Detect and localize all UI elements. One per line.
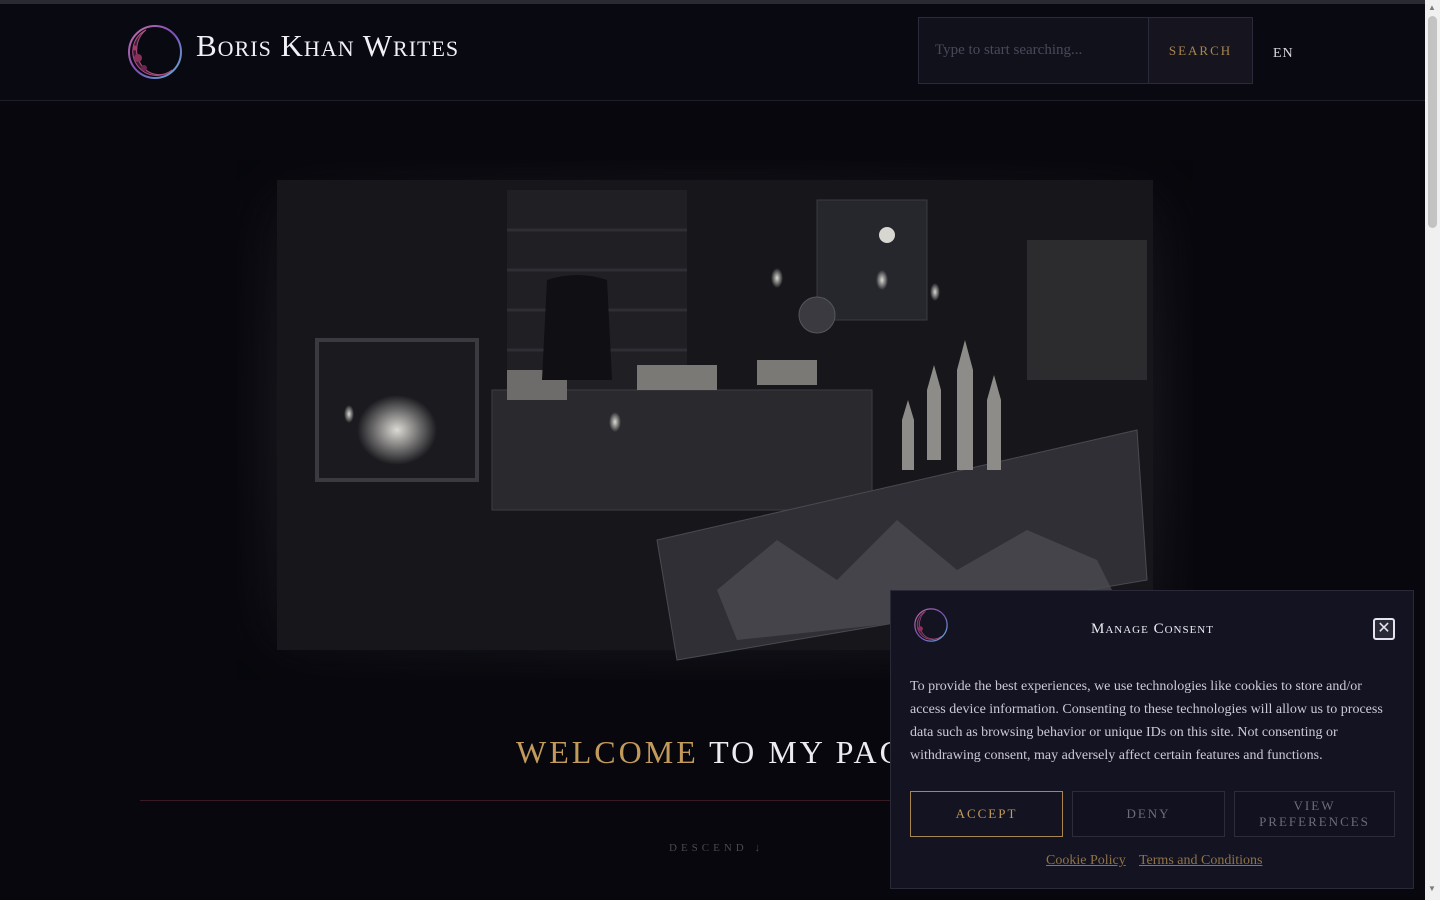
search-button[interactable]: SEARCH — [1148, 18, 1252, 83]
section-divider — [140, 800, 900, 801]
accept-button[interactable]: ACCEPT — [910, 791, 1063, 837]
site-header: Boris Khan Writes SEARCH EN — [0, 4, 1425, 101]
consent-links: Cookie Policy Terms and Conditions — [1046, 853, 1272, 869]
cookie-policy-link[interactable]: Cookie Policy — [1046, 853, 1126, 868]
welcome-heading: WELCOME TO MY PAG — [516, 734, 906, 771]
search-input[interactable] — [919, 18, 1148, 83]
search-form: SEARCH — [918, 17, 1253, 84]
descend-link[interactable]: DESCEND ↓ — [669, 842, 764, 854]
language-selector[interactable]: EN — [1273, 46, 1294, 62]
deny-button[interactable]: DENY — [1072, 791, 1225, 837]
consent-dialog: Manage Consent ✕ To provide the best exp… — [890, 590, 1414, 889]
crescent-moon-logo[interactable] — [126, 24, 184, 80]
crescent-moon-logo — [913, 607, 949, 643]
terms-link[interactable]: Terms and Conditions — [1139, 853, 1262, 868]
scrollbar-thumb[interactable] — [1428, 16, 1437, 228]
consent-title: Manage Consent — [1091, 621, 1214, 637]
scroll-down-icon[interactable]: ▼ — [1428, 884, 1436, 893]
page-scrollbar[interactable]: ▲ ▼ — [1425, 0, 1440, 900]
view-preferences-button[interactable]: VIEW PREFERENCES — [1234, 791, 1395, 837]
site-title[interactable]: Boris Khan Writes — [196, 28, 459, 64]
scroll-up-icon[interactable]: ▲ — [1428, 3, 1436, 12]
close-icon[interactable]: ✕ — [1373, 618, 1395, 640]
welcome-accent: WELCOME — [516, 734, 699, 770]
consent-message: To provide the best experiences, we use … — [910, 679, 1383, 763]
welcome-rest: TO MY PAG — [698, 734, 906, 770]
